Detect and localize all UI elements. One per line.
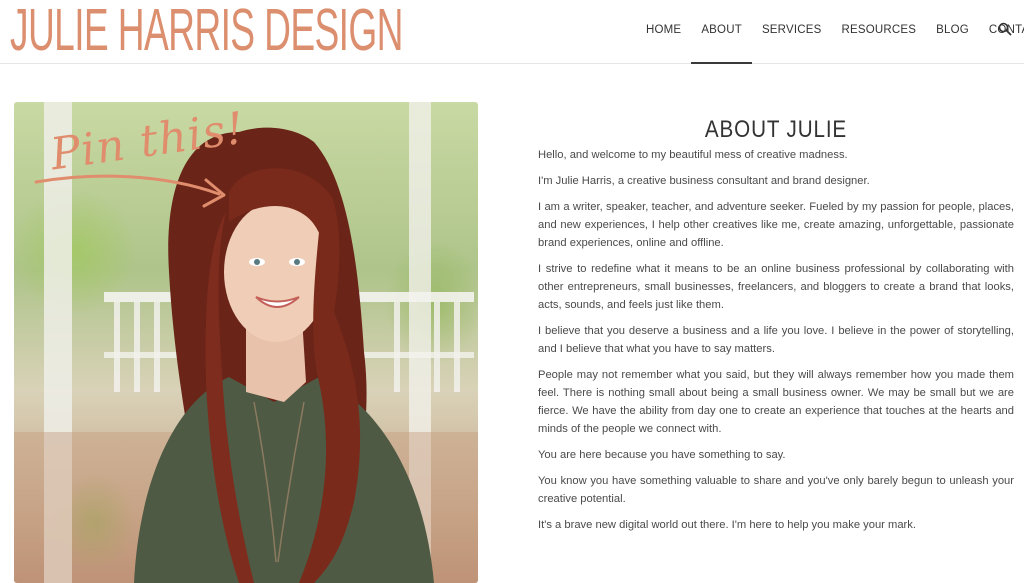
paragraph: I am a writer, speaker, teacher, and adv… xyxy=(538,201,1014,249)
nav-about[interactable]: ABOUT xyxy=(691,0,752,64)
paragraph: I strive to redefine what it means to be… xyxy=(538,263,1014,311)
site-header: JULIE HARRIS DESIGN HOME ABOUT SERVICES … xyxy=(0,0,1024,64)
page-title: ABOUT JULIE xyxy=(704,116,848,144)
nav-blog[interactable]: BLOG xyxy=(926,0,979,63)
paragraph: You know you have something valuable to … xyxy=(538,475,1014,505)
main-nav: HOME ABOUT SERVICES RESOURCES BLOG CONTA… xyxy=(636,0,1024,64)
search-icon[interactable] xyxy=(998,22,1016,40)
paragraph: It's a brave new digital world out there… xyxy=(538,519,916,531)
portrait-photo: Pin this! xyxy=(14,102,478,583)
nav-home[interactable]: HOME xyxy=(636,0,691,63)
nav-resources[interactable]: RESOURCES xyxy=(832,0,927,63)
paragraph: You are here because you have something … xyxy=(538,449,786,461)
paragraph: I believe that you deserve a business an… xyxy=(538,325,1014,355)
site-logo[interactable]: JULIE HARRIS DESIGN xyxy=(10,0,403,64)
paragraph: Hello, and welcome to my beautiful mess … xyxy=(538,149,848,161)
paragraph: I'm Julie Harris, a creative business co… xyxy=(538,175,870,187)
paragraph: People may not remember what you said, b… xyxy=(538,369,1014,435)
about-text: Hello, and welcome to my beautiful mess … xyxy=(538,146,1014,542)
nav-services[interactable]: SERVICES xyxy=(752,0,832,63)
